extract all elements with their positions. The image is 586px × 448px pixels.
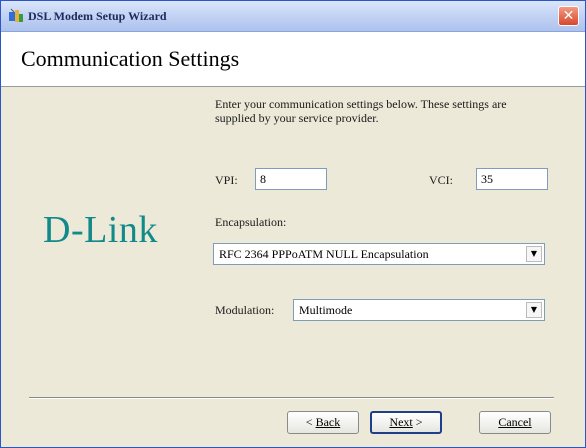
encapsulation-label: Encapsulation: xyxy=(215,215,287,229)
cancel-button[interactable]: Cancel xyxy=(479,411,551,434)
chevron-down-icon[interactable]: ▼ xyxy=(526,246,542,262)
modulation-value: Multimode xyxy=(299,303,353,317)
encapsulation-value: RFC 2364 PPPoATM NULL Encapsulation xyxy=(219,247,429,261)
vpi-value: 8 xyxy=(260,172,266,186)
modulation-label: Modulation: xyxy=(215,303,275,317)
close-button[interactable]: ✕ xyxy=(558,6,579,26)
next-button-label: Next xyxy=(389,415,413,429)
window-title: DSL Modem Setup Wizard xyxy=(28,9,167,23)
footer-divider xyxy=(29,397,554,399)
vpi-input[interactable]: 8 xyxy=(255,168,327,190)
dlink-logo: D-Link xyxy=(43,209,158,251)
cancel-button-label: Cancel xyxy=(498,415,532,429)
back-button-prefix: < xyxy=(305,415,316,429)
next-button[interactable]: Next > xyxy=(370,411,442,434)
vci-input[interactable]: 35 xyxy=(476,168,548,190)
back-button[interactable]: < Back xyxy=(287,411,359,434)
vci-value: 35 xyxy=(481,172,493,186)
app-icon xyxy=(9,8,23,22)
page-title: Communication Settings xyxy=(21,46,240,71)
wizard-header: Communication Settings xyxy=(1,32,585,87)
close-icon: ✕ xyxy=(562,8,575,24)
title-bar[interactable]: DSL Modem Setup Wizard ✕ xyxy=(1,1,585,32)
back-button-label: Back xyxy=(315,415,341,429)
wizard-window: DSL Modem Setup Wizard ✕ Communication S… xyxy=(0,0,586,448)
instructions-text: Enter your communication settings below.… xyxy=(215,97,507,125)
vpi-label: VPI: xyxy=(215,173,238,187)
encapsulation-select[interactable]: RFC 2364 PPPoATM NULL Encapsulation ▼ xyxy=(213,243,545,265)
modulation-select[interactable]: Multimode ▼ xyxy=(293,299,545,321)
chevron-down-icon[interactable]: ▼ xyxy=(526,302,542,318)
next-button-suffix: > xyxy=(412,415,423,429)
vci-label: VCI: xyxy=(429,173,453,187)
